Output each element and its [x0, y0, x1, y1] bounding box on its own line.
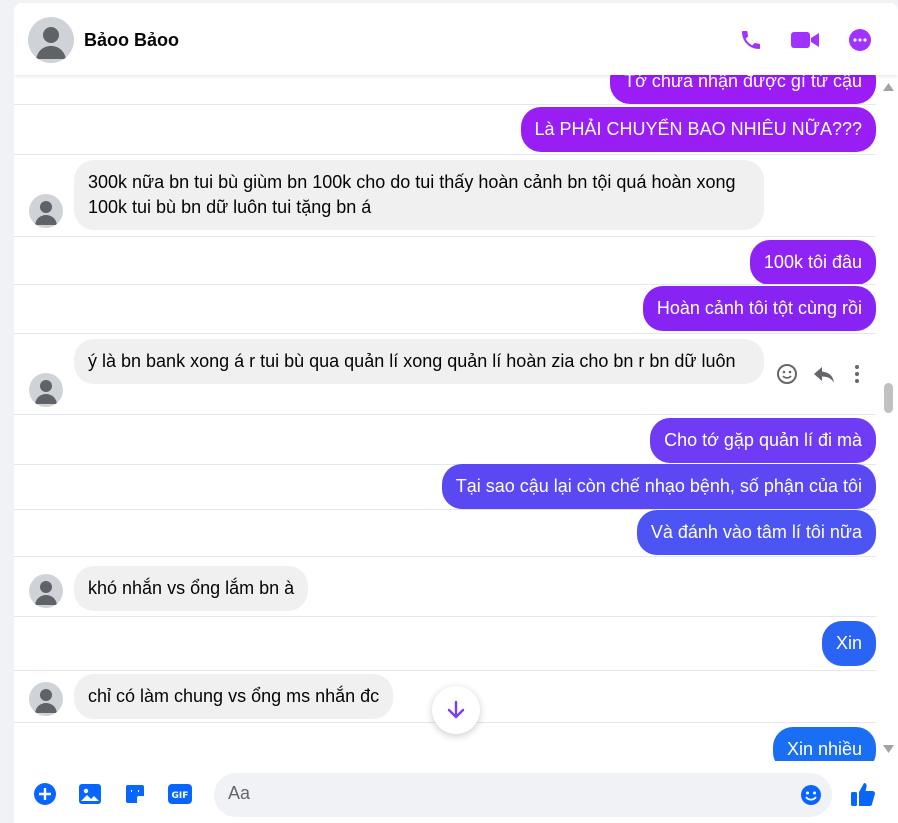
sticker-icon[interactable]	[122, 781, 148, 807]
divider	[14, 413, 876, 415]
message-row: Cho tớ gặp quản lí đi mà	[14, 418, 876, 464]
scrollbar[interactable]	[878, 75, 898, 761]
incoming-message[interactable]: khó nhắn vs ổng lắm bn à	[74, 566, 309, 611]
more-options-icon[interactable]	[845, 25, 875, 55]
outgoing-message[interactable]: Là PHẢI CHUYỂN BAO NHIÊU NỮA???	[520, 107, 876, 152]
message-row: Hoàn cảnh tôi tột cùng rồi	[14, 286, 876, 332]
divider	[14, 283, 876, 285]
emoji-icon[interactable]	[800, 784, 822, 806]
contact-name[interactable]: Bảoo Bảoo	[84, 30, 179, 51]
outgoing-message[interactable]: Hoàn cảnh tôi tột cùng rồi	[642, 286, 876, 331]
incoming-message[interactable]: ý là bn bank xong á r tui bù qua quản lí…	[74, 339, 764, 384]
message-row: Và đánh vào tâm lí tôi nữa	[14, 510, 876, 556]
message-input[interactable]	[228, 783, 788, 804]
react-emoji-icon[interactable]	[776, 363, 798, 390]
more-vertical-icon[interactable]	[850, 363, 864, 390]
arrow-down-icon	[447, 700, 465, 719]
contact-avatar-small	[29, 194, 63, 228]
outgoing-message[interactable]: 100k tôi đâu	[749, 240, 876, 285]
message-input-box[interactable]	[214, 773, 832, 817]
video-camera-icon[interactable]	[790, 25, 820, 55]
incoming-message[interactable]: 300k nữa bn tui bù giùm bn 100k cho do t…	[74, 160, 764, 230]
plus-circle-icon[interactable]	[32, 781, 58, 807]
outgoing-message[interactable]: Cho tớ gặp quản lí đi mà	[650, 418, 876, 463]
contact-avatar[interactable]	[28, 17, 74, 63]
message-row: khó nhắn vs ổng lắm bn à	[14, 566, 876, 611]
image-icon[interactable]	[77, 781, 103, 807]
message-list[interactable]: Tớ chưa nhận được gì từ cậu Là PHẢI CHUY…	[14, 75, 898, 761]
message-row: Tớ chưa nhận được gì từ cậu	[14, 75, 876, 104]
message-actions	[776, 363, 864, 390]
message-row: Xin	[14, 621, 876, 666]
divider	[14, 555, 876, 557]
contact-avatar-small	[29, 373, 63, 407]
outgoing-message[interactable]: Tớ chưa nhận được gì từ cậu	[610, 75, 876, 104]
divider	[14, 332, 876, 334]
incoming-message[interactable]: chỉ có làm chung vs ổng ms nhắn đc	[74, 674, 394, 719]
outgoing-message[interactable]: Xin	[821, 621, 876, 666]
message-row: 100k tôi đâu	[14, 240, 876, 285]
outgoing-message[interactable]: Và đánh vào tâm lí tôi nữa	[636, 510, 876, 555]
contact-avatar-small	[29, 682, 63, 716]
divider	[14, 103, 876, 105]
thumbs-up-icon[interactable]	[848, 779, 878, 809]
scroll-to-bottom-button[interactable]	[432, 686, 480, 734]
composer: GIF	[14, 761, 898, 823]
divider	[14, 615, 876, 617]
divider	[14, 235, 876, 237]
gif-icon[interactable]: GIF	[167, 781, 193, 807]
divider	[14, 669, 876, 671]
divider	[14, 153, 876, 155]
contact-avatar-small	[29, 574, 63, 608]
message-row: ý là bn bank xong á r tui bù qua quản lí…	[14, 339, 876, 411]
chat-window: Bảoo Bảoo Tớ chưa nhận được gì từ cậu Là…	[14, 3, 898, 823]
outgoing-message[interactable]: Tại sao cậu lại còn chế nhạo bệnh, số ph…	[441, 464, 876, 509]
scroll-down-icon[interactable]	[883, 745, 894, 753]
scrollbar-thumb[interactable]	[884, 383, 893, 413]
phone-icon[interactable]	[736, 25, 766, 55]
svg-text:GIF: GIF	[172, 791, 189, 801]
outgoing-message[interactable]: Xin nhiều	[772, 727, 876, 761]
chat-header: Bảoo Bảoo	[14, 3, 898, 75]
message-row: Là PHẢI CHUYỂN BAO NHIÊU NỮA???	[14, 107, 876, 155]
message-row: Xin nhiều	[14, 727, 876, 761]
message-row: 300k nữa bn tui bù giùm bn 100k cho do t…	[14, 160, 876, 232]
message-row: Tại sao cậu lại còn chế nhạo bệnh, số ph…	[14, 464, 876, 510]
reply-icon[interactable]	[812, 363, 836, 390]
scroll-up-icon[interactable]	[883, 83, 894, 91]
